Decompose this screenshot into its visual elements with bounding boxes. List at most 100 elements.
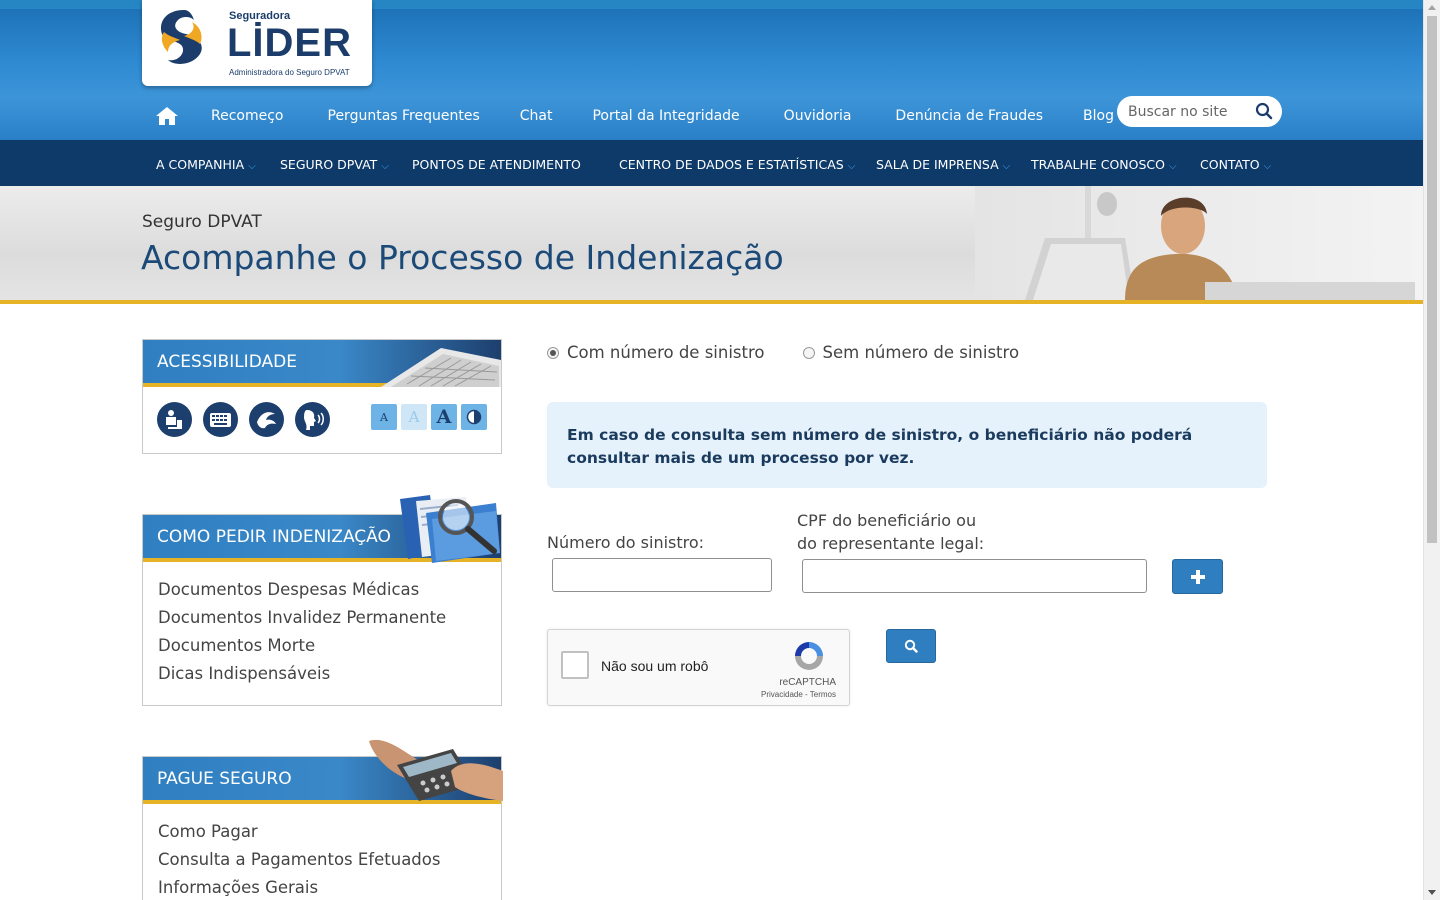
menu-a-companhia[interactable]: A COMPANHIA ⌵ [156, 157, 256, 172]
page-scrollbar[interactable] [1423, 0, 1440, 900]
scroll-up-arrow-icon[interactable] [1428, 5, 1436, 10]
link-how-to-pay[interactable]: Como Pagar [158, 818, 486, 846]
logo-mark-icon [160, 10, 202, 64]
menu-label: A COMPANHIA [156, 157, 245, 172]
radio-with-claim-number[interactable]: Com número de sinistro [547, 343, 765, 362]
chevron-down-icon: ⌵ [1002, 161, 1011, 172]
add-cpf-button[interactable] [1172, 559, 1223, 594]
link-payment-lookup[interactable]: Consulta a Pagamentos Efetuados [158, 846, 486, 874]
claim-number-input[interactable] [552, 558, 772, 592]
recaptcha-privacy-link[interactable]: Privacidade [761, 690, 803, 699]
home-icon[interactable] [155, 106, 179, 126]
recaptcha-links: Privacidade - Termos [761, 690, 836, 699]
menu-pontos-atendimento[interactable]: PONTOS DE ATENDIMENTO [412, 157, 581, 172]
pay-insurance-title: PAGUE SEGURO [157, 769, 292, 789]
page-title: Acompanhe o Processo de Indenização [141, 238, 784, 277]
menu-sala-imprensa[interactable]: SALA DE IMPRENSA ⌵ [876, 157, 1010, 172]
menu-label: SALA DE IMPRENSA [876, 157, 999, 172]
chevron-down-icon: ⌵ [1168, 161, 1177, 172]
cpf-label-line2: do representante legal: [797, 534, 985, 553]
link-essential-tips[interactable]: Dicas Indispensáveis [158, 660, 486, 688]
font-decrease-button[interactable]: A [371, 404, 397, 430]
page-kicker: Seguro DPVAT [142, 212, 262, 232]
link-docs-medical-expenses[interactable]: Documentos Despesas Médicas [158, 576, 486, 604]
claim-guide-links: Documentos Despesas Médicas Documentos I… [143, 562, 501, 688]
menu-label: PONTOS DE ATENDIMENTO [412, 157, 581, 172]
radio-button-selected[interactable] [547, 346, 559, 359]
accessibility-panel: ACESSIBILIDADE A A A [142, 339, 502, 454]
top-nav-ouvidoria[interactable]: Ouvidoria [784, 108, 852, 124]
claim-guide-title: COMO PEDIR INDENIZAÇÃO [157, 527, 391, 547]
claim-guide-panel: COMO PEDIR INDENIZAÇÃO Documentos Despes… [142, 495, 502, 706]
font-size-controls: A A A [371, 404, 487, 430]
menu-label: CONTATO [1200, 157, 1260, 172]
scroll-down-arrow-icon[interactable] [1428, 890, 1436, 895]
logo-name: LİDER [227, 21, 352, 65]
cpf-label-line1: CPF do beneficiário ou [797, 511, 977, 530]
chevron-down-icon: ⌵ [248, 161, 256, 172]
chevron-down-icon: ⌵ [1263, 161, 1272, 172]
menu-label: CENTRO DE DADOS E ESTATÍSTICAS [619, 157, 844, 172]
accessibility-icons [157, 402, 330, 437]
contrast-icon[interactable] [461, 404, 487, 430]
recaptcha-separator: - [802, 690, 810, 699]
logo[interactable]: Seguradora LİDER Administradora do Segur… [142, 0, 372, 86]
page-header: Seguro DPVAT Acompanhe o Processo de Ind… [0, 186, 1423, 304]
chevron-down-icon: ⌵ [381, 161, 389, 172]
scrollbar-thumb[interactable] [1427, 16, 1437, 543]
link-docs-permanent-disability[interactable]: Documentos Invalidez Permanente [158, 604, 486, 632]
menu-centro-dados[interactable]: CENTRO DE DADOS E ESTATÍSTICAS ⌵ [619, 157, 855, 172]
search-input[interactable] [1128, 102, 1253, 121]
info-notice-text: Em caso de consulta sem número de sinist… [567, 426, 1193, 467]
menu-label: TRABALHE CONOSCO [1031, 157, 1165, 172]
search-mode-radios: Com número de sinistro Sem número de sin… [547, 343, 1019, 362]
menu-label: SEGURO DPVAT [280, 157, 378, 172]
libras-reader-icon[interactable] [157, 402, 192, 437]
menu-seguro-dpvat[interactable]: SEGURO DPVAT ⌵ [280, 157, 389, 172]
menu-trabalhe-conosco[interactable]: TRABALHE CONOSCO ⌵ [1031, 157, 1177, 172]
search-icon[interactable] [1255, 102, 1273, 120]
accessibility-title: ACESSIBILIDADE [157, 352, 297, 372]
top-banner: Seguradora LİDER Administradora do Segur… [0, 0, 1423, 140]
top-nav-chat[interactable]: Chat [520, 108, 553, 124]
pay-insurance-panel: PAGUE SEGURO Como Pagar Consulta a Pagam… [142, 739, 503, 900]
plus-icon [1190, 569, 1205, 584]
top-nav-fraudes[interactable]: Denúncia de Fraudes [895, 108, 1043, 124]
recaptcha-terms-link[interactable]: Termos [810, 690, 836, 699]
recaptcha-label: Não sou um robô [601, 658, 709, 674]
info-notice: Em caso de consulta sem número de sinist… [547, 402, 1267, 488]
link-docs-death[interactable]: Documentos Morte [158, 632, 486, 660]
font-normal-button[interactable]: A [401, 404, 427, 430]
recaptcha-brand: reCAPTCHA [779, 677, 836, 688]
radio-without-claim-number[interactable]: Sem número de sinistro [802, 343, 1020, 362]
search-submit-button[interactable] [886, 629, 936, 663]
logo-subtitle: Administradora do Seguro DPVAT [229, 68, 350, 77]
radio-label: Com número de sinistro [567, 343, 765, 362]
top-nav-blog[interactable]: Blog [1083, 108, 1114, 124]
recaptcha-checkbox[interactable] [561, 651, 589, 679]
link-general-info[interactable]: Informações Gerais [158, 874, 486, 900]
top-nav-integridade[interactable]: Portal da Integridade [592, 108, 739, 124]
sign-language-icon[interactable] [249, 402, 284, 437]
font-increase-button[interactable]: A [431, 404, 457, 430]
menu-contato[interactable]: CONTATO ⌵ [1200, 157, 1271, 172]
main-menu: A COMPANHIA ⌵ SEGURO DPVAT ⌵ PONTOS DE ATE… [0, 140, 1423, 186]
folder-magnifier-icon [400, 495, 500, 563]
accessibility-header: ACESSIBILIDADE [143, 340, 501, 387]
search-icon [904, 639, 918, 653]
cpf-input[interactable] [802, 559, 1147, 593]
keyboard-shortcuts-icon[interactable] [203, 402, 238, 437]
cpf-label: CPF do beneficiário ou do representante … [797, 509, 984, 555]
radio-label: Sem número de sinistro [822, 343, 1020, 362]
top-nav-recomeco[interactable]: Recomeço [211, 108, 284, 124]
pay-insurance-links: Como Pagar Consulta a Pagamentos Efetuad… [143, 804, 501, 900]
top-nav-faq[interactable]: Perguntas Frequentes [328, 108, 480, 124]
radio-button[interactable] [802, 346, 815, 359]
claim-number-label: Número do sinistro: [547, 533, 705, 552]
recaptcha-logo-icon [795, 642, 823, 670]
calculator-hand-icon [369, 739, 503, 801]
audio-reader-icon[interactable] [295, 402, 330, 437]
keyboard-icon [381, 348, 501, 387]
top-nav: Recomeço Perguntas Frequentes Chat Porta… [155, 104, 1114, 128]
chevron-down-icon: ⌵ [847, 161, 856, 172]
